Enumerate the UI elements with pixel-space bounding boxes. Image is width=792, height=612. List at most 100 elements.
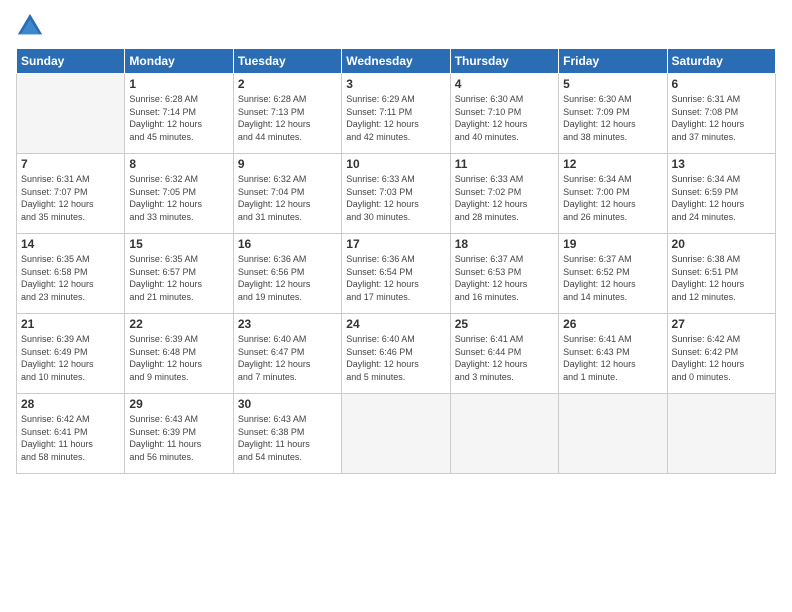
calendar-cell: 7 Sunrise: 6:31 AM Sunset: 7:07 PM Daylig… — [17, 154, 125, 234]
day-number: 4 — [455, 77, 554, 91]
calendar-cell: 18 Sunrise: 6:37 AM Sunset: 6:53 PM Dayli… — [450, 234, 558, 314]
page: SundayMondayTuesdayWednesdayThursdayFrid… — [0, 0, 792, 612]
day-number: 30 — [238, 397, 337, 411]
calendar-cell — [559, 394, 667, 474]
day-info: Sunrise: 6:33 AM Sunset: 7:02 PM Dayligh… — [455, 173, 554, 223]
calendar-cell: 22 Sunrise: 6:39 AM Sunset: 6:48 PM Dayli… — [125, 314, 233, 394]
calendar-header-row: SundayMondayTuesdayWednesdayThursdayFrid… — [17, 49, 776, 74]
logo-icon — [16, 12, 44, 40]
day-number: 15 — [129, 237, 228, 251]
calendar-week-row: 7 Sunrise: 6:31 AM Sunset: 7:07 PM Daylig… — [17, 154, 776, 234]
day-info: Sunrise: 6:28 AM Sunset: 7:13 PM Dayligh… — [238, 93, 337, 143]
day-number: 11 — [455, 157, 554, 171]
calendar-cell: 8 Sunrise: 6:32 AM Sunset: 7:05 PM Daylig… — [125, 154, 233, 234]
header — [16, 12, 776, 40]
day-info: Sunrise: 6:32 AM Sunset: 7:05 PM Dayligh… — [129, 173, 228, 223]
calendar-cell: 12Sunrise: 6:34 AM Sunset: 7:00 PM Dayli… — [559, 154, 667, 234]
calendar-header-wednesday: Wednesday — [342, 49, 450, 74]
day-number: 6 — [672, 77, 771, 91]
day-info: Sunrise: 6:28 AM Sunset: 7:14 PM Dayligh… — [129, 93, 228, 143]
calendar-cell: 28Sunrise: 6:42 AM Sunset: 6:41 PM Dayli… — [17, 394, 125, 474]
calendar-header-tuesday: Tuesday — [233, 49, 341, 74]
calendar-cell: 2 Sunrise: 6:28 AM Sunset: 7:13 PM Daylig… — [233, 74, 341, 154]
day-info: Sunrise: 6:35 AM Sunset: 6:58 PM Dayligh… — [21, 253, 120, 303]
day-number: 26 — [563, 317, 662, 331]
day-info: Sunrise: 6:39 AM Sunset: 6:48 PM Dayligh… — [129, 333, 228, 383]
day-number: 20 — [672, 237, 771, 251]
calendar-cell: 9 Sunrise: 6:32 AM Sunset: 7:04 PM Daylig… — [233, 154, 341, 234]
day-number: 7 — [21, 157, 120, 171]
day-info: Sunrise: 6:33 AM Sunset: 7:03 PM Dayligh… — [346, 173, 445, 223]
logo — [16, 12, 48, 40]
calendar-cell: 26 Sunrise: 6:41 AM Sunset: 6:43 PM Dayli… — [559, 314, 667, 394]
calendar-cell: 27Sunrise: 6:42 AM Sunset: 6:42 PM Dayli… — [667, 314, 775, 394]
day-info: Sunrise: 6:35 AM Sunset: 6:57 PM Dayligh… — [129, 253, 228, 303]
day-number: 14 — [21, 237, 120, 251]
calendar-header-thursday: Thursday — [450, 49, 558, 74]
day-number: 21 — [21, 317, 120, 331]
day-number: 10 — [346, 157, 445, 171]
calendar-header-saturday: Saturday — [667, 49, 775, 74]
day-info: Sunrise: 6:40 AM Sunset: 6:46 PM Dayligh… — [346, 333, 445, 383]
calendar-table: SundayMondayTuesdayWednesdayThursdayFrid… — [16, 48, 776, 474]
day-info: Sunrise: 6:38 AM Sunset: 6:51 PM Dayligh… — [672, 253, 771, 303]
day-info: Sunrise: 6:31 AM Sunset: 7:07 PM Dayligh… — [21, 173, 120, 223]
day-info: Sunrise: 6:39 AM Sunset: 6:49 PM Dayligh… — [21, 333, 120, 383]
day-number: 22 — [129, 317, 228, 331]
day-number: 19 — [563, 237, 662, 251]
calendar-cell: 30 Sunrise: 6:43 AM Sunset: 6:38 PM Dayli… — [233, 394, 341, 474]
day-number: 29 — [129, 397, 228, 411]
day-info: Sunrise: 6:32 AM Sunset: 7:04 PM Dayligh… — [238, 173, 337, 223]
calendar-cell — [450, 394, 558, 474]
calendar-week-row: 21 Sunrise: 6:39 AM Sunset: 6:49 PM Dayli… — [17, 314, 776, 394]
calendar-cell: 4 Sunrise: 6:30 AM Sunset: 7:10 PM Daylig… — [450, 74, 558, 154]
calendar-cell: 20 Sunrise: 6:38 AM Sunset: 6:51 PM Dayli… — [667, 234, 775, 314]
day-info: Sunrise: 6:36 AM Sunset: 6:54 PM Dayligh… — [346, 253, 445, 303]
calendar-header-friday: Friday — [559, 49, 667, 74]
calendar-header-sunday: Sunday — [17, 49, 125, 74]
calendar-cell — [342, 394, 450, 474]
day-number: 2 — [238, 77, 337, 91]
day-number: 8 — [129, 157, 228, 171]
calendar-week-row: 28Sunrise: 6:42 AM Sunset: 6:41 PM Dayli… — [17, 394, 776, 474]
day-info: Sunrise: 6:40 AM Sunset: 6:47 PM Dayligh… — [238, 333, 337, 383]
day-info: Sunrise: 6:42 AM Sunset: 6:42 PM Dayligh… — [672, 333, 771, 383]
day-info: Sunrise: 6:30 AM Sunset: 7:10 PM Dayligh… — [455, 93, 554, 143]
calendar-cell: 16 Sunrise: 6:36 AM Sunset: 6:56 PM Dayli… — [233, 234, 341, 314]
day-info: Sunrise: 6:41 AM Sunset: 6:43 PM Dayligh… — [563, 333, 662, 383]
day-info: Sunrise: 6:36 AM Sunset: 6:56 PM Dayligh… — [238, 253, 337, 303]
calendar-cell: 15 Sunrise: 6:35 AM Sunset: 6:57 PM Dayli… — [125, 234, 233, 314]
calendar-cell — [667, 394, 775, 474]
day-number: 12 — [563, 157, 662, 171]
day-info: Sunrise: 6:43 AM Sunset: 6:39 PM Dayligh… — [129, 413, 228, 463]
day-number: 1 — [129, 77, 228, 91]
day-info: Sunrise: 6:29 AM Sunset: 7:11 PM Dayligh… — [346, 93, 445, 143]
day-number: 13 — [672, 157, 771, 171]
day-number: 24 — [346, 317, 445, 331]
day-number: 25 — [455, 317, 554, 331]
calendar-cell: 14 Sunrise: 6:35 AM Sunset: 6:58 PM Dayli… — [17, 234, 125, 314]
day-number: 16 — [238, 237, 337, 251]
calendar-cell: 13Sunrise: 6:34 AM Sunset: 6:59 PM Dayli… — [667, 154, 775, 234]
day-number: 5 — [563, 77, 662, 91]
calendar-cell: 6 Sunrise: 6:31 AM Sunset: 7:08 PM Daylig… — [667, 74, 775, 154]
day-info: Sunrise: 6:37 AM Sunset: 6:53 PM Dayligh… — [455, 253, 554, 303]
day-number: 28 — [21, 397, 120, 411]
calendar-cell: 21 Sunrise: 6:39 AM Sunset: 6:49 PM Dayli… — [17, 314, 125, 394]
calendar-week-row: 14 Sunrise: 6:35 AM Sunset: 6:58 PM Dayli… — [17, 234, 776, 314]
day-info: Sunrise: 6:31 AM Sunset: 7:08 PM Dayligh… — [672, 93, 771, 143]
calendar-cell: 29 Sunrise: 6:43 AM Sunset: 6:39 PM Dayli… — [125, 394, 233, 474]
calendar-cell: 3Sunrise: 6:29 AM Sunset: 7:11 PM Daylig… — [342, 74, 450, 154]
calendar-cell: 23 Sunrise: 6:40 AM Sunset: 6:47 PM Dayli… — [233, 314, 341, 394]
calendar-cell: 24 Sunrise: 6:40 AM Sunset: 6:46 PM Dayli… — [342, 314, 450, 394]
day-info: Sunrise: 6:41 AM Sunset: 6:44 PM Dayligh… — [455, 333, 554, 383]
day-number: 23 — [238, 317, 337, 331]
calendar-header-monday: Monday — [125, 49, 233, 74]
day-number: 9 — [238, 157, 337, 171]
day-number: 18 — [455, 237, 554, 251]
day-info: Sunrise: 6:30 AM Sunset: 7:09 PM Dayligh… — [563, 93, 662, 143]
calendar-cell: 11 Sunrise: 6:33 AM Sunset: 7:02 PM Dayli… — [450, 154, 558, 234]
day-info: Sunrise: 6:43 AM Sunset: 6:38 PM Dayligh… — [238, 413, 337, 463]
day-number: 17 — [346, 237, 445, 251]
calendar-cell: 1 Sunrise: 6:28 AM Sunset: 7:14 PM Daylig… — [125, 74, 233, 154]
